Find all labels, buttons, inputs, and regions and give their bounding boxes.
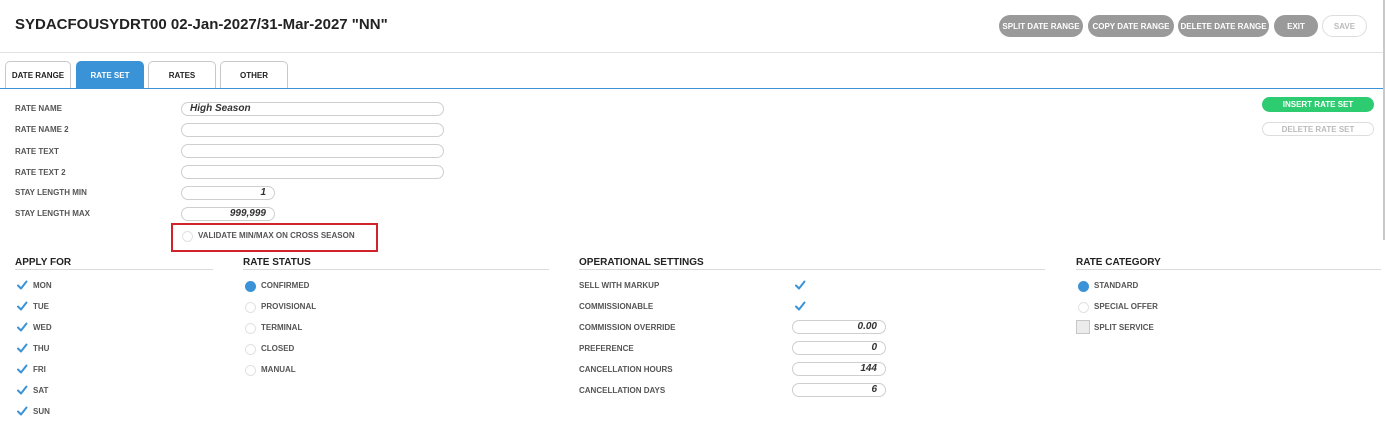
- tab-other[interactable]: OTHER: [220, 61, 288, 88]
- tue-checkbox[interactable]: [16, 300, 28, 312]
- check-icon: [17, 343, 28, 353]
- cancellation-days-label: CANCELLATION DAYS: [579, 386, 666, 395]
- check-icon: [17, 406, 28, 416]
- sun-label: SUN: [33, 407, 50, 416]
- preference-input[interactable]: 0: [792, 341, 886, 355]
- confirmed-label: CONFIRMED: [261, 281, 310, 290]
- commissionable-label: COMMISSIONABLE: [579, 302, 654, 311]
- fri-checkbox[interactable]: [16, 363, 28, 375]
- split-service-checkbox[interactable]: [1076, 320, 1090, 334]
- header-divider: [0, 52, 1385, 53]
- cancellation-hours-input[interactable]: 144: [792, 362, 886, 376]
- wed-checkbox[interactable]: [16, 321, 28, 333]
- closed-radio[interactable]: [245, 344, 256, 355]
- insert-rate-set-button[interactable]: INSERT RATE SET: [1262, 97, 1374, 112]
- tab-date-range[interactable]: DATE RANGE: [5, 61, 71, 88]
- split-date-range-button[interactable]: SPLIT DATE RANGE: [999, 15, 1083, 37]
- rate-name-label: RATE NAME: [15, 104, 62, 113]
- confirmed-radio[interactable]: [245, 281, 256, 292]
- rate-status-title: RATE STATUS: [243, 257, 311, 268]
- thu-label: THU: [33, 344, 50, 353]
- closed-label: CLOSED: [261, 344, 295, 353]
- special-offer-radio[interactable]: [1078, 302, 1089, 313]
- provisional-label: PROVISIONAL: [261, 302, 317, 311]
- rate-text-input[interactable]: [181, 144, 444, 158]
- check-icon: [17, 322, 28, 332]
- rate-name-2-input[interactable]: [181, 123, 444, 137]
- commissionable-checkbox[interactable]: [794, 300, 806, 312]
- preference-label: PREFERENCE: [579, 344, 634, 353]
- check-icon: [795, 280, 806, 290]
- fri-label: FRI: [33, 365, 46, 374]
- wed-label: WED: [33, 323, 52, 332]
- cancellation-days-input[interactable]: 6: [792, 383, 886, 397]
- check-icon: [795, 301, 806, 311]
- tab-rates[interactable]: RATES: [148, 61, 216, 88]
- tab-underline: [0, 88, 1385, 89]
- rate-text-label: RATE TEXT: [15, 147, 59, 156]
- manual-radio[interactable]: [245, 365, 256, 376]
- tue-label: TUE: [33, 302, 49, 311]
- split-service-label: SPLIT SERVICE: [1094, 323, 1154, 332]
- page-title: SYDACFOUSYDRT00 02-Jan-2027/31-Mar-2027 …: [15, 16, 388, 33]
- standard-radio[interactable]: [1078, 281, 1089, 292]
- apply-for-divider: [15, 269, 213, 270]
- thu-checkbox[interactable]: [16, 342, 28, 354]
- sat-label: SAT: [33, 386, 49, 395]
- save-button[interactable]: SAVE: [1322, 15, 1367, 37]
- exit-button[interactable]: EXIT: [1274, 15, 1318, 37]
- stay-length-max-input[interactable]: 999,999: [181, 207, 275, 221]
- validate-checkbox[interactable]: [182, 231, 193, 242]
- manual-label: MANUAL: [261, 365, 296, 374]
- terminal-label: TERMINAL: [261, 323, 303, 332]
- stay-length-min-label: STAY LENGTH MIN: [15, 188, 87, 197]
- sun-checkbox[interactable]: [16, 405, 28, 417]
- delete-rate-set-button[interactable]: DELETE RATE SET: [1262, 122, 1374, 136]
- check-icon: [17, 280, 28, 290]
- terminal-radio[interactable]: [245, 323, 256, 334]
- rate-category-divider: [1076, 269, 1381, 270]
- standard-label: STANDARD: [1094, 281, 1139, 290]
- commission-override-input[interactable]: 0.00: [792, 320, 886, 334]
- rate-status-divider: [243, 269, 549, 270]
- mon-label: MON: [33, 281, 52, 290]
- stay-length-max-label: STAY LENGTH MAX: [15, 209, 90, 218]
- rate-text-2-label: RATE TEXT 2: [15, 168, 66, 177]
- sell-with-markup-checkbox[interactable]: [794, 279, 806, 291]
- sat-checkbox[interactable]: [16, 384, 28, 396]
- sell-with-markup-label: SELL WITH MARKUP: [579, 281, 660, 290]
- rate-text-2-input[interactable]: [181, 165, 444, 179]
- rate-name-2-label: RATE NAME 2: [15, 125, 69, 134]
- stay-length-min-input[interactable]: 1: [181, 186, 275, 200]
- commission-override-label: COMMISSION OVERRIDE: [579, 323, 676, 332]
- provisional-radio[interactable]: [245, 302, 256, 313]
- cancellation-hours-label: CANCELLATION HOURS: [579, 365, 673, 374]
- delete-date-range-button[interactable]: DELETE DATE RANGE: [1178, 15, 1269, 37]
- check-icon: [17, 364, 28, 374]
- copy-date-range-button[interactable]: COPY DATE RANGE: [1088, 15, 1174, 37]
- rate-category-title: RATE CATEGORY: [1076, 257, 1161, 268]
- check-icon: [17, 385, 28, 395]
- validate-label: VALIDATE MIN/MAX ON CROSS SEASON: [198, 231, 355, 240]
- special-offer-label: SPECIAL OFFER: [1094, 302, 1158, 311]
- mon-checkbox[interactable]: [16, 279, 28, 291]
- apply-for-title: APPLY FOR: [15, 257, 72, 268]
- operational-settings-title: OPERATIONAL SETTINGS: [579, 257, 704, 268]
- check-icon: [17, 301, 28, 311]
- rate-name-input[interactable]: High Season: [181, 102, 444, 116]
- tab-rate-set[interactable]: RATE SET: [76, 61, 144, 88]
- operational-settings-divider: [579, 269, 1045, 270]
